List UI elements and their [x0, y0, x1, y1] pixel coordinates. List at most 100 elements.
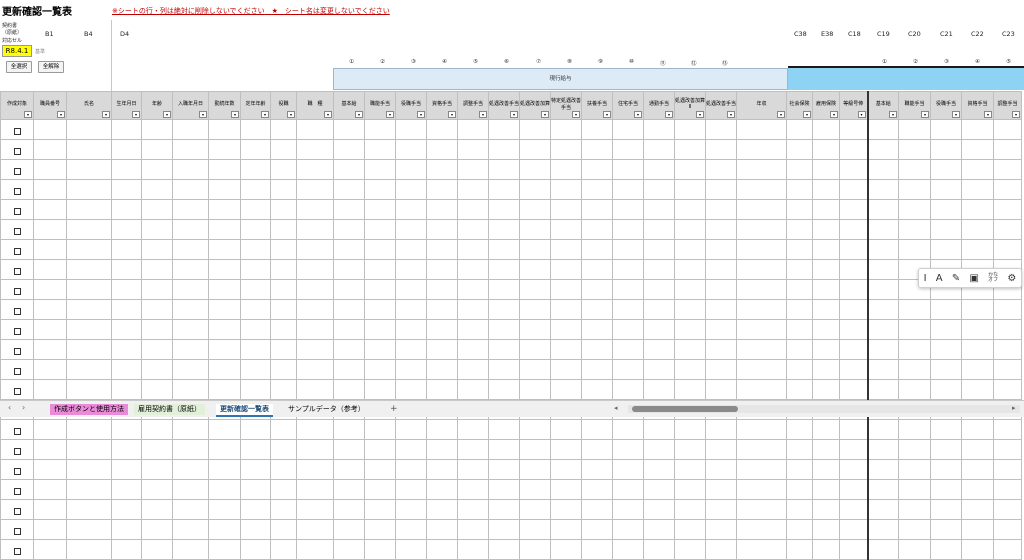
cell[interactable]	[395, 259, 427, 280]
cell[interactable]	[66, 199, 112, 220]
row-checkbox[interactable]	[13, 288, 21, 295]
cell[interactable]	[736, 179, 787, 200]
cell[interactable]	[296, 379, 334, 400]
row-checkbox[interactable]	[13, 388, 21, 395]
cell[interactable]	[172, 499, 209, 520]
cell[interactable]	[812, 299, 840, 320]
cell[interactable]	[364, 339, 396, 360]
cell[interactable]	[333, 499, 365, 520]
filter-dropdown-icon[interactable]: ▾	[830, 111, 838, 118]
cell[interactable]	[674, 159, 706, 180]
cell[interactable]	[961, 459, 994, 480]
filter-dropdown-icon[interactable]: ▾	[541, 111, 549, 118]
cell[interactable]	[141, 379, 173, 400]
cell[interactable]	[786, 479, 813, 500]
cell[interactable]	[296, 359, 334, 380]
cell[interactable]	[705, 339, 737, 360]
cell[interactable]	[581, 379, 613, 400]
cell[interactable]	[141, 199, 173, 220]
cell[interactable]	[736, 419, 787, 440]
filter-dropdown-icon[interactable]: ▾	[386, 111, 394, 118]
cell[interactable]	[333, 379, 365, 400]
cell[interactable]	[426, 299, 458, 320]
cell[interactable]	[550, 539, 582, 560]
cell[interactable]	[612, 439, 644, 460]
cell[interactable]	[867, 199, 899, 220]
cell[interactable]	[172, 159, 209, 180]
cell[interactable]	[812, 499, 840, 520]
cell[interactable]	[270, 159, 297, 180]
cell[interactable]	[296, 199, 334, 220]
cell[interactable]	[993, 339, 1022, 360]
cell[interactable]	[208, 259, 241, 280]
cell[interactable]	[33, 419, 67, 440]
cell[interactable]	[898, 299, 931, 320]
cell[interactable]	[961, 239, 994, 260]
cell[interactable]	[426, 439, 458, 460]
cell[interactable]	[550, 499, 582, 520]
cell[interactable]	[705, 439, 737, 460]
cell[interactable]	[581, 159, 613, 180]
cell[interactable]	[812, 379, 840, 400]
cell[interactable]	[141, 159, 173, 180]
cell[interactable]	[172, 439, 209, 460]
cell[interactable]	[674, 119, 706, 140]
cell[interactable]	[111, 339, 142, 360]
cell[interactable]	[612, 539, 644, 560]
cell[interactable]	[736, 499, 787, 520]
cell[interactable]	[208, 519, 241, 540]
cell[interactable]	[141, 419, 173, 440]
cell[interactable]	[993, 539, 1022, 560]
filter-dropdown-icon[interactable]: ▾	[777, 111, 785, 118]
cell[interactable]	[993, 199, 1022, 220]
cell[interactable]	[519, 359, 551, 380]
cell[interactable]	[550, 479, 582, 500]
cell[interactable]	[612, 359, 644, 380]
cell[interactable]	[961, 479, 994, 500]
row-checkbox[interactable]	[13, 188, 21, 195]
cell[interactable]	[0, 439, 34, 460]
cell[interactable]	[457, 359, 489, 380]
tab-update-list[interactable]: 更新確認一覧表	[216, 404, 273, 417]
cell[interactable]	[141, 499, 173, 520]
cell[interactable]	[786, 419, 813, 440]
cell[interactable]	[488, 439, 520, 460]
cell[interactable]	[208, 179, 241, 200]
cell[interactable]	[839, 119, 869, 140]
cell[interactable]	[240, 239, 271, 260]
filter-dropdown-icon[interactable]: ▾	[57, 111, 65, 118]
cell[interactable]	[961, 119, 994, 140]
cell[interactable]	[581, 179, 613, 200]
cell[interactable]	[66, 539, 112, 560]
cell[interactable]	[208, 359, 241, 380]
cell[interactable]	[930, 219, 962, 240]
text-cursor-icon[interactable]: I	[924, 273, 927, 284]
cell[interactable]	[141, 279, 173, 300]
cell[interactable]	[812, 539, 840, 560]
tab-contract-template[interactable]: 雇用契約書（原紙）	[134, 404, 205, 415]
cell[interactable]	[0, 539, 34, 560]
cell[interactable]	[33, 159, 67, 180]
cell[interactable]	[839, 259, 869, 280]
cell[interactable]	[643, 459, 675, 480]
cell[interactable]	[839, 159, 869, 180]
row-checkbox[interactable]	[13, 348, 21, 355]
cell[interactable]	[550, 219, 582, 240]
cell[interactable]	[172, 319, 209, 340]
cell[interactable]	[839, 359, 869, 380]
cell[interactable]	[736, 139, 787, 160]
cell[interactable]	[111, 279, 142, 300]
cell[interactable]	[426, 279, 458, 300]
cell[interactable]	[736, 239, 787, 260]
cell[interactable]	[930, 379, 962, 400]
cell[interactable]	[111, 419, 142, 440]
cell[interactable]	[839, 459, 869, 480]
cell[interactable]	[839, 219, 869, 240]
filter-dropdown-icon[interactable]: ▾	[603, 111, 611, 118]
settings-gear-icon[interactable]: ⚙	[1007, 273, 1016, 284]
cell[interactable]	[930, 239, 962, 260]
cell[interactable]	[612, 299, 644, 320]
cell[interactable]	[33, 379, 67, 400]
cell[interactable]	[930, 419, 962, 440]
cell[interactable]	[111, 179, 142, 200]
